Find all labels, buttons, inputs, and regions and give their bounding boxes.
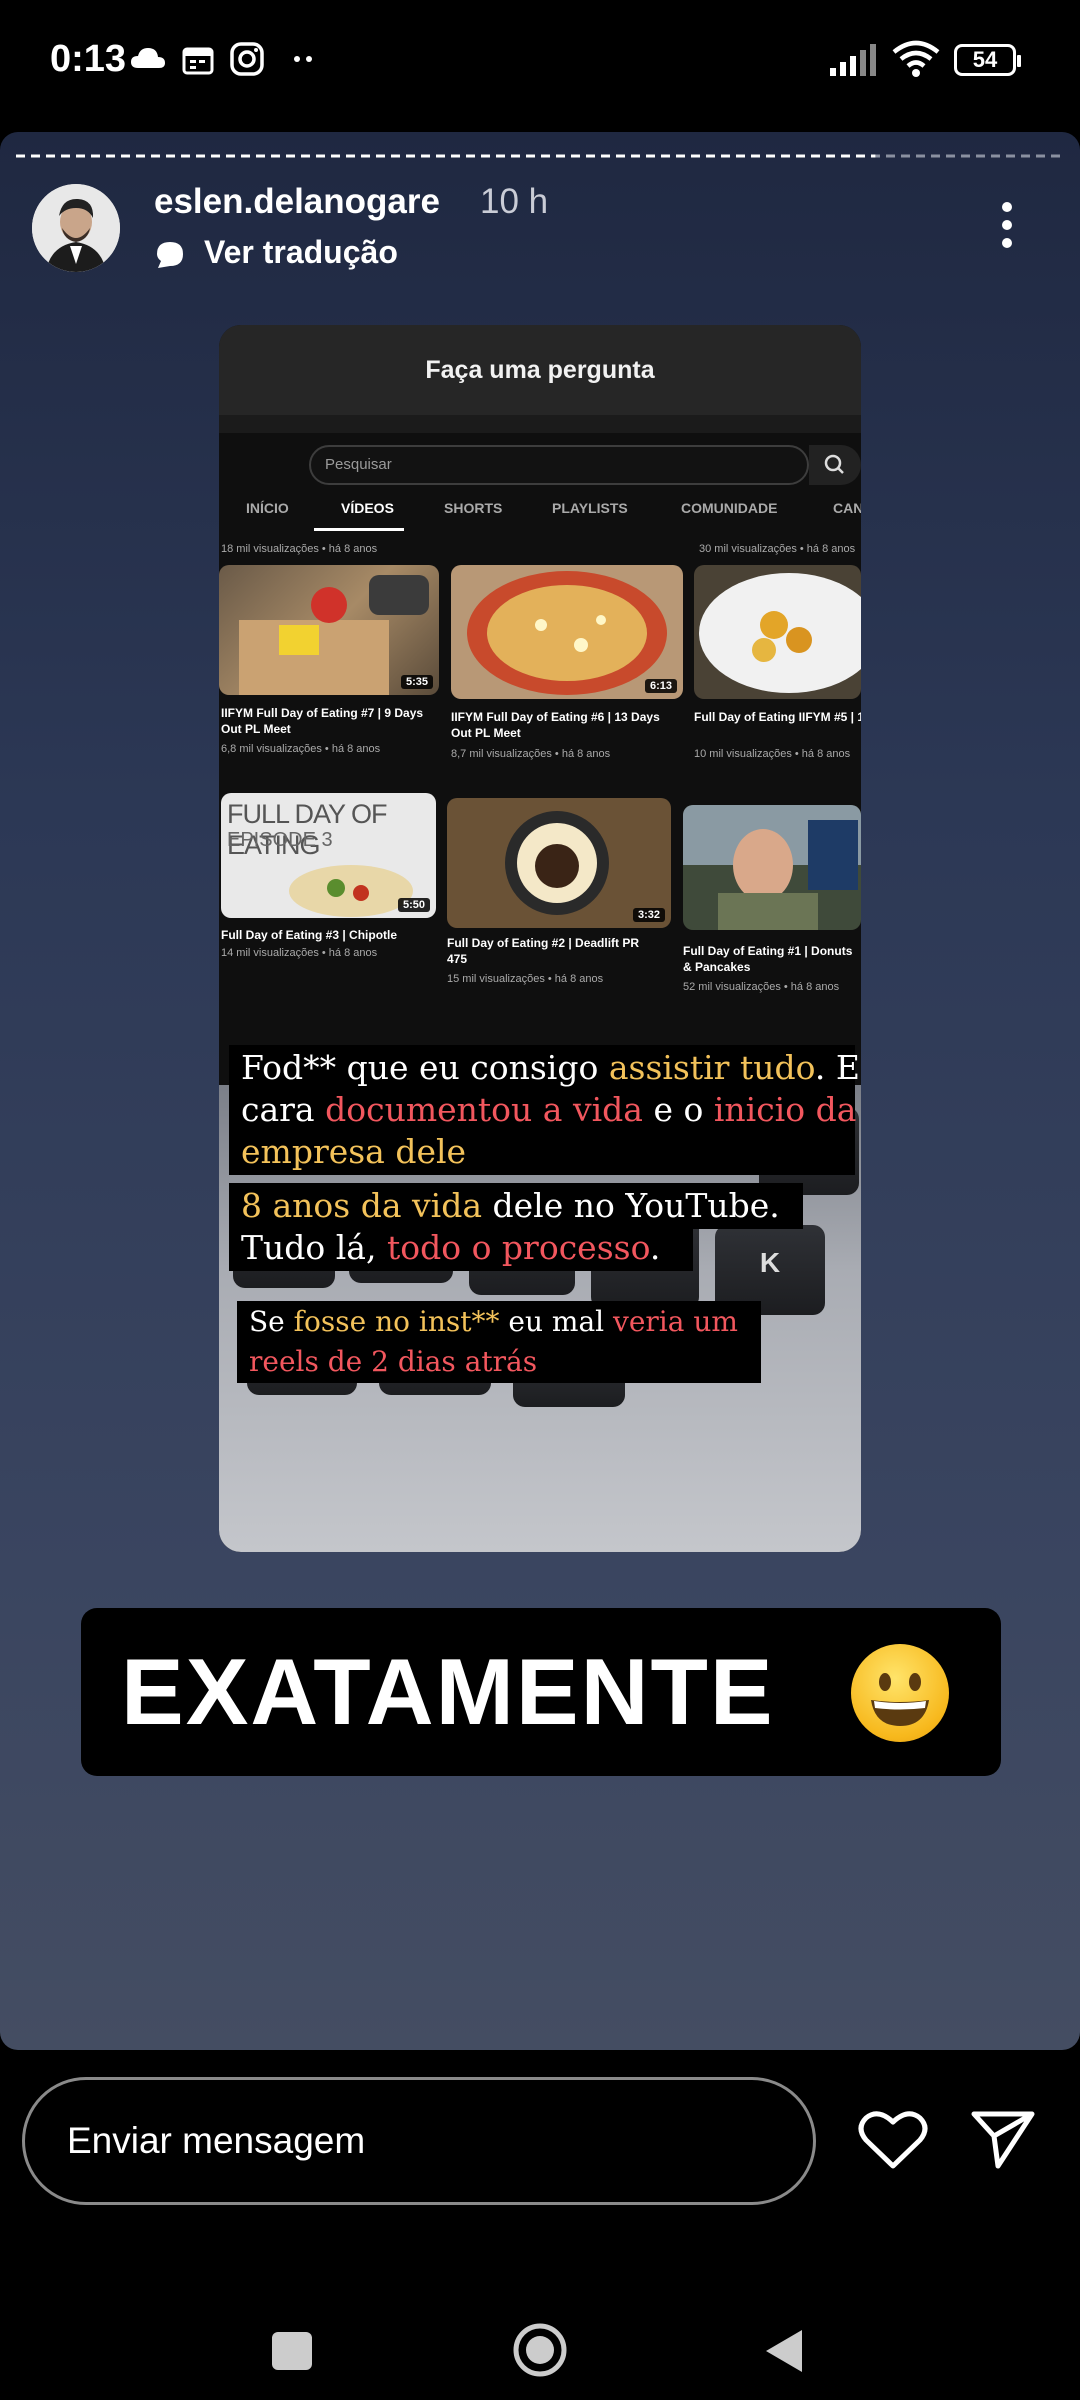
system-navigation-bar	[0, 2270, 1080, 2400]
video-duration: 3:32	[632, 908, 665, 922]
cloud-icon	[131, 48, 165, 68]
caption-line: reels de 2 dias atrás	[237, 1341, 761, 1383]
video-title: IIFYM Full Day of Eating #7 | 9 Days Out…	[221, 706, 424, 736]
story-username[interactable]: eslen.delanogare	[154, 182, 440, 222]
calendar-icon	[182, 47, 214, 75]
video-meta: 15 mil visualizações • há 8 anos	[447, 973, 604, 985]
caption-line: 8 anos da vida dele no YouTube.	[229, 1183, 803, 1229]
tab-shorts: SHORTS	[444, 500, 503, 516]
story-time-ago: 10 h	[480, 182, 549, 221]
grinning-face-emoji	[851, 1644, 949, 1742]
video-meta: 14 mil visualizações • há 8 anos	[221, 947, 378, 959]
video-title: Full Day of Eating IIFYM #5 | 1 Days Out…	[694, 710, 861, 724]
heart-icon[interactable]	[858, 2108, 928, 2170]
recents-button[interactable]	[272, 2332, 312, 2370]
video-meta: 52 mil visualizações • há 8 anos	[683, 981, 840, 993]
home-button[interactable]	[512, 2322, 568, 2378]
signal-icon	[830, 44, 876, 76]
video-thumbnail: FULL DAY OF EATING EPISODE 3 5:50	[221, 793, 436, 918]
tab-playlists: PLAYLISTS	[552, 500, 628, 516]
caption-line: empresa dele	[229, 1129, 855, 1175]
video-duration: 6:13	[644, 679, 677, 693]
active-tab-indicator	[314, 528, 404, 531]
youtube-search-input: Pesquisar	[309, 445, 809, 485]
shared-post[interactable]: Faça uma pergunta Pesquisar INÍCIO VÍDEO…	[219, 325, 861, 1552]
caption-line: Fod** que eu consigo assistir tudo. E o	[229, 1045, 861, 1091]
caption-line: Tudo lá, todo o processo.	[229, 1225, 693, 1271]
video-thumbnail: 3:32	[447, 798, 671, 928]
caption-line: cara documentou a vida e o inicio da	[229, 1087, 856, 1133]
tab-canais: CAN	[833, 500, 861, 516]
video-title: Full Day of Eating #1 | Donuts & Pancake…	[683, 944, 853, 974]
video-meta: 6,8 mil visualizações • há 8 anos	[221, 743, 381, 755]
tab-comunidade: COMUNIDADE	[681, 500, 778, 516]
video-meta: 30 mil visualizações • há 8 anos	[699, 543, 856, 555]
more-options-icon[interactable]	[1000, 200, 1014, 250]
video-thumbnail: 5:35	[219, 565, 439, 695]
video-thumbnail	[683, 805, 861, 930]
send-icon[interactable]	[970, 2108, 1036, 2170]
translate-label: Ver tradução	[204, 234, 398, 270]
youtube-search-button	[809, 445, 861, 485]
wifi-icon	[892, 40, 940, 77]
clock: 0:13	[50, 38, 127, 80]
search-icon	[824, 454, 844, 474]
video-duration: 5:35	[400, 675, 433, 689]
thumbnail-text: EPISODE 3	[227, 829, 333, 851]
video-title: IIFYM Full Day of Eating #6 | 13 Days Ou…	[451, 710, 660, 740]
video-duration: 5:50	[397, 898, 430, 912]
sticker-text: EXATAMENTE	[121, 1639, 775, 1744]
translate-link[interactable]: Ver tradução	[204, 234, 398, 271]
question-sticker-header[interactable]: Faça uma pergunta	[219, 325, 861, 415]
tab-videos: VÍDEOS	[341, 500, 394, 516]
video-thumbnail: 6:13	[451, 565, 683, 699]
video-meta: 10 mil visualizações • há 8 anos	[694, 748, 851, 760]
more-notifications-icon	[294, 56, 312, 62]
avatar[interactable]	[32, 184, 120, 272]
translate-icon	[157, 242, 183, 268]
video-title: Full Day of Eating #3 | Chipotle	[221, 928, 398, 942]
video-title: Full Day of Eating #2 | Deadlift PR 475	[447, 936, 640, 966]
tab-inicio: INÍCIO	[246, 500, 289, 516]
story-progress-bar	[16, 154, 1064, 158]
back-button[interactable]	[762, 2328, 806, 2374]
caption-line: Se fosse no inst** eu mal veria um	[237, 1301, 761, 1343]
browser-bookmarks-bar	[219, 415, 861, 433]
video-thumbnail	[694, 565, 861, 699]
video-meta: 18 mil visualizações • há 8 anos	[221, 543, 378, 555]
video-meta: 8,7 mil visualizações • há 8 anos	[451, 748, 611, 760]
status-bar: 0:13 54	[0, 0, 1080, 125]
text-sticker: EXATAMENTE	[81, 1608, 1001, 1776]
message-input[interactable]: Enviar mensagem	[22, 2077, 816, 2205]
instagram-icon	[230, 42, 264, 76]
battery-icon: 54	[954, 44, 1021, 76]
